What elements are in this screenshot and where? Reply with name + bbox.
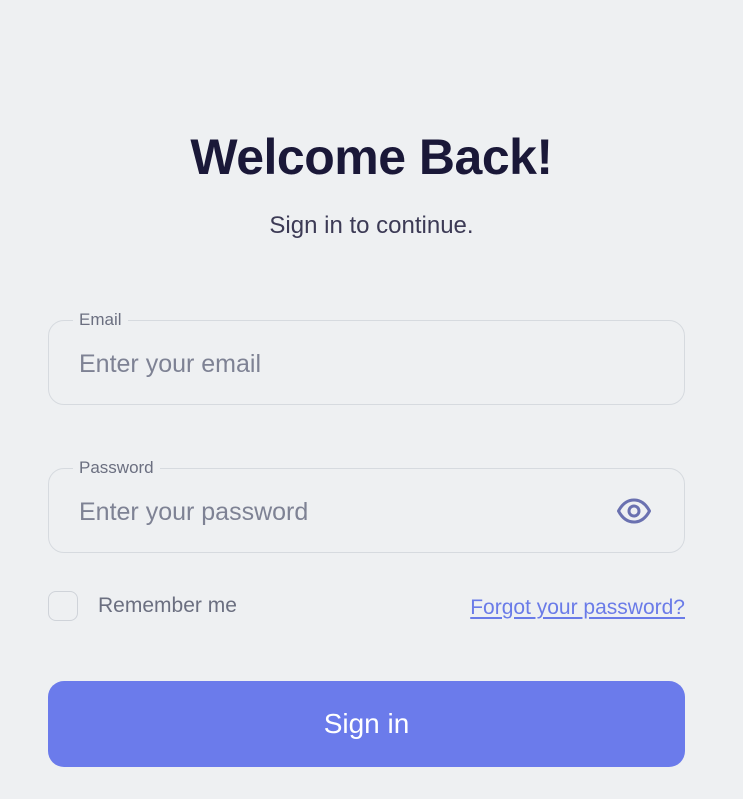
remember-me-label: Remember me — [98, 594, 237, 617]
sign-in-button[interactable]: Sign in — [48, 681, 685, 767]
page-title: Welcome Back! — [190, 129, 553, 185]
password-label: Password — [73, 458, 160, 478]
email-label: Email — [73, 310, 128, 330]
remember-me-toggle[interactable]: Remember me — [48, 591, 237, 621]
password-input[interactable] — [79, 487, 599, 537]
remember-me-checkbox[interactable] — [48, 591, 78, 621]
forgot-password-link[interactable]: Forgot your password? — [470, 594, 685, 622]
email-field: Email — [48, 310, 685, 405]
eye-icon[interactable] — [616, 495, 652, 527]
page-subtitle: Sign in to continue. — [269, 212, 474, 239]
password-field: Password — [48, 458, 685, 553]
email-input[interactable] — [79, 339, 599, 389]
sign-in-page: Welcome Back! Sign in to continue. Email… — [0, 0, 743, 799]
